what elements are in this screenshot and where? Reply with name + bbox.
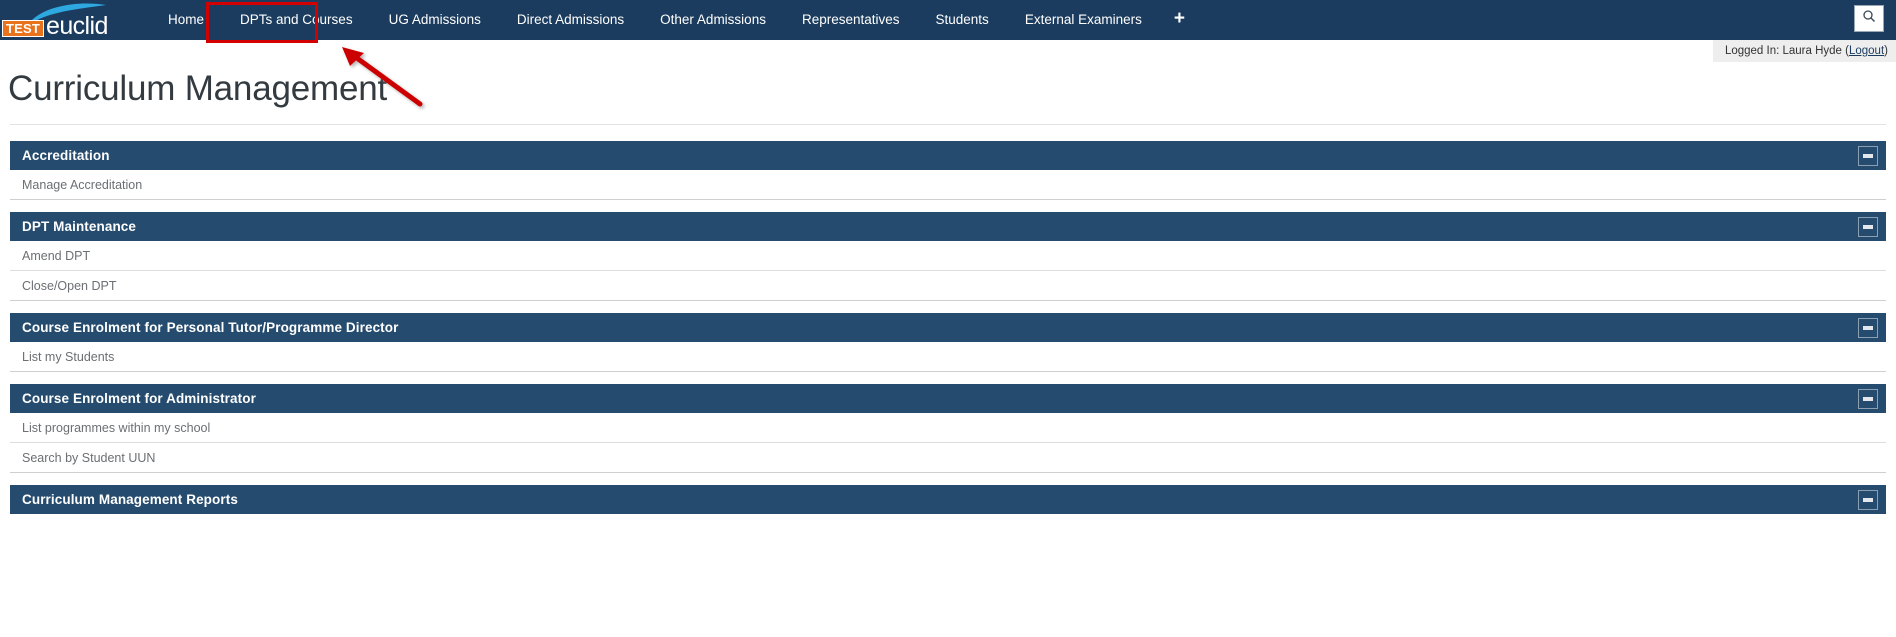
logout-link[interactable]: Logout <box>1849 45 1884 57</box>
nav-other-admissions[interactable]: Other Admissions <box>642 0 784 40</box>
panel-dpt-maintenance: DPT Maintenance Amend DPT Close/Open DPT <box>10 212 1886 301</box>
nav-external-examiners[interactable]: External Examiners <box>1007 0 1160 40</box>
panel-header[interactable]: Curriculum Management Reports <box>10 485 1886 514</box>
list-item[interactable]: Amend DPT <box>10 241 1886 271</box>
panel-header[interactable]: Course Enrolment for Personal Tutor/Prog… <box>10 313 1886 342</box>
panel-title: Accreditation <box>22 148 110 163</box>
list-item[interactable]: Close/Open DPT <box>10 271 1886 301</box>
nav-representatives[interactable]: Representatives <box>784 0 918 40</box>
nav-home[interactable]: Home <box>150 0 222 40</box>
nav-ug-admissions[interactable]: UG Admissions <box>371 0 499 40</box>
logged-in-status: Logged In: Laura Hyde (Logout) <box>1712 40 1896 62</box>
nav-dpts-and-courses[interactable]: DPTs and Courses <box>222 0 371 40</box>
title-divider <box>10 124 1886 125</box>
link-close-open-dpt[interactable]: Close/Open DPT <box>22 279 116 293</box>
top-navigation-bar: TEST euclid Home DPTs and Courses UG Adm… <box>0 0 1896 43</box>
app-logo[interactable]: TEST euclid <box>0 0 110 40</box>
link-amend-dpt[interactable]: Amend DPT <box>22 249 90 263</box>
panel-title: Course Enrolment for Personal Tutor/Prog… <box>22 320 399 335</box>
search-button[interactable] <box>1854 5 1884 32</box>
list-item[interactable]: Search by Student UUN <box>10 443 1886 473</box>
panel-header[interactable]: Accreditation <box>10 141 1886 170</box>
nav-direct-admissions[interactable]: Direct Admissions <box>499 0 642 40</box>
logo-test-badge: TEST <box>2 20 45 37</box>
panel-accreditation: Accreditation Manage Accreditation <box>10 141 1886 200</box>
logo-wordmark: euclid <box>46 12 108 40</box>
panel-title: DPT Maintenance <box>22 219 137 234</box>
logged-in-text-end: ) <box>1884 45 1888 57</box>
logged-in-text: Logged In: Laura Hyde ( <box>1724 45 1849 57</box>
panel-list: Accreditation Manage Accreditation DPT M… <box>0 141 1896 514</box>
panel-course-enrolment-administrator: Course Enrolment for Administrator List … <box>10 384 1886 473</box>
nav-students[interactable]: Students <box>918 0 1007 40</box>
panel-title: Curriculum Management Reports <box>22 492 238 507</box>
session-bar: Logged In: Laura Hyde (Logout) <box>0 40 1896 62</box>
collapse-minimize-icon[interactable] <box>1858 489 1878 510</box>
collapse-minimize-icon[interactable] <box>1858 145 1878 166</box>
link-list-programmes-within-my-school[interactable]: List programmes within my school <box>22 421 210 435</box>
list-item[interactable]: Manage Accreditation <box>10 170 1886 200</box>
link-manage-accreditation[interactable]: Manage Accreditation <box>22 178 142 192</box>
panel-header[interactable]: Course Enrolment for Administrator <box>10 384 1886 413</box>
nav-items: Home DPTs and Courses UG Admissions Dire… <box>150 0 1199 40</box>
search-icon <box>1862 9 1876 28</box>
panel-title: Course Enrolment for Administrator <box>22 391 256 406</box>
panel-curriculum-management-reports: Curriculum Management Reports <box>10 485 1886 514</box>
link-search-by-student-uun[interactable]: Search by Student UUN <box>22 451 155 465</box>
collapse-minimize-icon[interactable] <box>1858 317 1878 338</box>
list-item[interactable]: List my Students <box>10 342 1886 372</box>
panel-course-enrolment-personal-tutor: Course Enrolment for Personal Tutor/Prog… <box>10 313 1886 372</box>
add-tab-button[interactable]: + <box>1160 0 1199 40</box>
panel-header[interactable]: DPT Maintenance <box>10 212 1886 241</box>
collapse-minimize-icon[interactable] <box>1858 216 1878 237</box>
collapse-minimize-icon[interactable] <box>1858 388 1878 409</box>
page-title: Curriculum Management <box>8 69 388 108</box>
link-list-my-students[interactable]: List my Students <box>22 350 114 364</box>
list-item[interactable]: List programmes within my school <box>10 413 1886 443</box>
